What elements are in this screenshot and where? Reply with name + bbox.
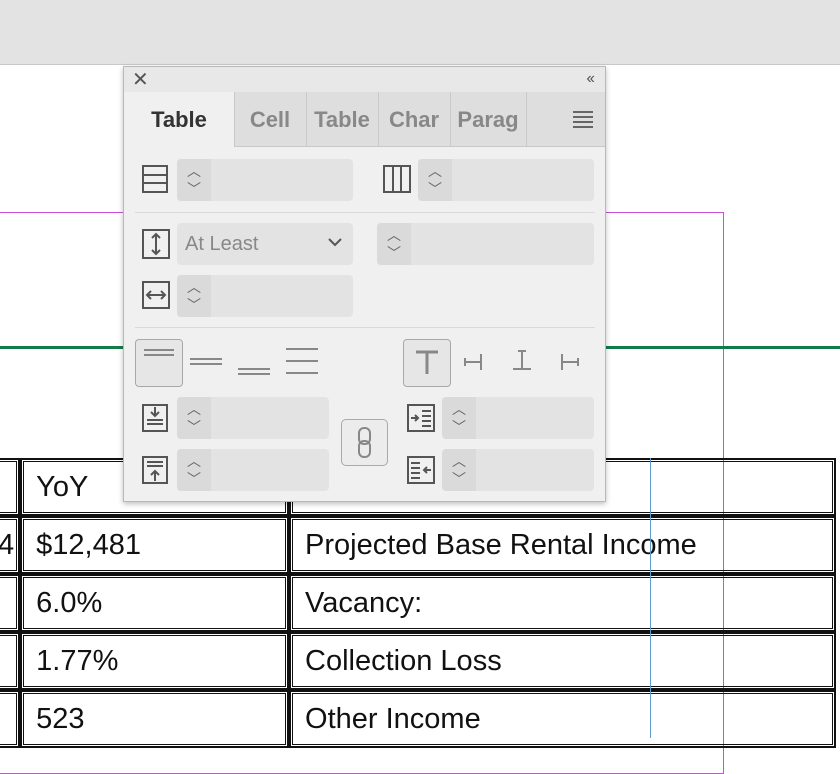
left-inset-stepper[interactable]: ︿ ﹀ bbox=[442, 397, 594, 439]
table-cell[interactable]: $12,481 bbox=[20, 516, 290, 574]
table-row: 4 $12,481 Projected Base Rental Income bbox=[0, 516, 836, 574]
row-height-icon bbox=[142, 229, 170, 264]
table-cell[interactable] bbox=[0, 458, 21, 516]
columns-stepper[interactable]: ︿ ﹀ bbox=[418, 159, 594, 201]
table-row: 523 Other Income bbox=[0, 690, 836, 748]
table-cell[interactable]: 1.77% bbox=[20, 632, 290, 690]
align-center-button[interactable] bbox=[186, 347, 226, 382]
tab-paragraph[interactable]: Parag bbox=[450, 92, 527, 146]
table-cell[interactable] bbox=[0, 690, 21, 748]
panel-menu-icon[interactable] bbox=[573, 111, 593, 131]
tab-character[interactable]: Char bbox=[378, 92, 451, 146]
panel-tab-bar: Table Cell Table Char Parag bbox=[124, 92, 605, 147]
left-inset-icon bbox=[407, 404, 435, 437]
rotate-270-button[interactable] bbox=[554, 349, 584, 380]
align-top-button[interactable] bbox=[135, 339, 183, 387]
row-height-stepper[interactable]: ︿ ﹀ bbox=[377, 223, 594, 265]
justify-vertical-button[interactable] bbox=[282, 345, 322, 384]
rotate-180-button[interactable] bbox=[507, 347, 537, 380]
table-cell[interactable]: 4 bbox=[0, 516, 21, 574]
right-inset-stepper[interactable]: ︿ ﹀ bbox=[442, 449, 594, 491]
app-top-bar bbox=[0, 0, 840, 65]
rows-stepper[interactable]: ︿ ﹀ bbox=[177, 159, 353, 201]
table-cell[interactable]: Other Income bbox=[289, 690, 836, 748]
rotate-0-button[interactable] bbox=[403, 339, 451, 387]
chevron-down-icon bbox=[327, 231, 343, 258]
table-row: 6.0% Vacancy: bbox=[0, 574, 836, 632]
bottom-inset-icon bbox=[142, 456, 168, 489]
row-height-mode-dropdown[interactable]: At Least bbox=[177, 223, 353, 265]
table-cell[interactable]: Projected Base Rental Income bbox=[289, 516, 836, 574]
top-inset-icon bbox=[142, 404, 168, 437]
rotate-90-button[interactable] bbox=[459, 349, 489, 380]
table-cell[interactable]: 523 bbox=[20, 690, 290, 748]
column-width-stepper[interactable]: ︿ ﹀ bbox=[177, 275, 353, 317]
align-bottom-button[interactable] bbox=[234, 353, 274, 388]
column-guide bbox=[650, 458, 651, 738]
panel-title-bar[interactable]: ✕ ‹‹ bbox=[124, 67, 605, 92]
collapse-panel-icon[interactable]: ‹‹ bbox=[586, 70, 595, 88]
row-height-mode-value: At Least bbox=[185, 233, 259, 255]
table-cell[interactable] bbox=[0, 574, 21, 632]
tab-table-style[interactable]: Table bbox=[306, 92, 379, 146]
right-inset-icon bbox=[407, 456, 435, 489]
divider bbox=[135, 212, 595, 213]
table-cell[interactable]: Vacancy: bbox=[289, 574, 836, 632]
tab-cell-style[interactable]: Cell bbox=[234, 92, 307, 146]
table-panel: ✕ ‹‹ Table Cell Table Char Parag ︿ ﹀ ︿ ﹀ A… bbox=[123, 66, 606, 502]
table-cell[interactable] bbox=[0, 632, 21, 690]
bottom-inset-stepper[interactable]: ︿ ﹀ bbox=[177, 449, 329, 491]
table-cell[interactable]: 6.0% bbox=[20, 574, 290, 632]
link-insets-button[interactable] bbox=[341, 419, 388, 466]
table-cell[interactable]: Collection Loss bbox=[289, 632, 836, 690]
column-width-icon bbox=[142, 281, 170, 314]
top-inset-stepper[interactable]: ︿ ﹀ bbox=[177, 397, 329, 439]
close-icon[interactable]: ✕ bbox=[132, 69, 149, 91]
rows-icon bbox=[142, 165, 168, 198]
tab-table[interactable]: Table bbox=[124, 92, 235, 147]
divider bbox=[135, 327, 595, 328]
table-row: 1.77% Collection Loss bbox=[0, 632, 836, 690]
columns-icon bbox=[383, 165, 411, 198]
chain-link-icon bbox=[342, 427, 387, 469]
